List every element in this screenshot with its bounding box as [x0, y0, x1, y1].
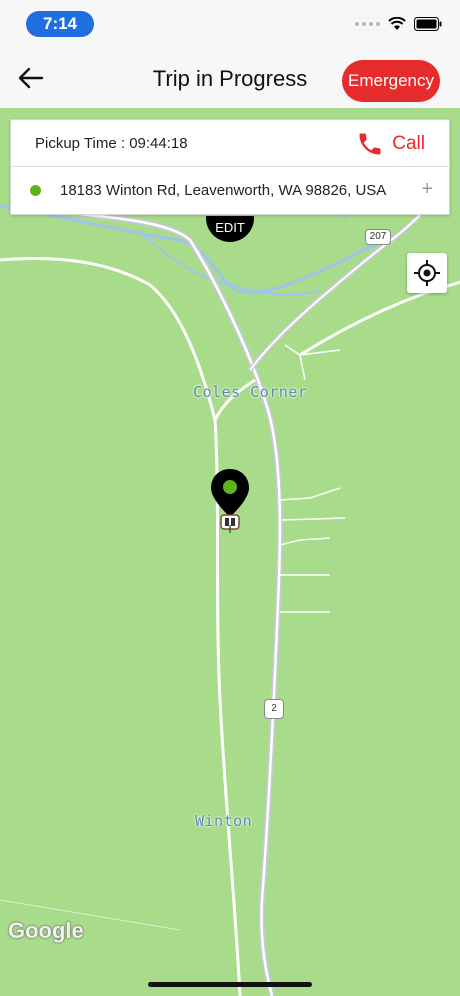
status-bar: 7:14 [0, 0, 460, 46]
place-label-winton: Winton [195, 812, 253, 830]
address-row[interactable]: 18183 Winton Rd, Leavenworth, WA 98826, … [11, 167, 449, 215]
place-label-coles-corner: Coles Corner [193, 383, 308, 401]
pickup-dot-icon [30, 185, 41, 196]
google-attribution: Google [8, 918, 84, 943]
emergency-button[interactable]: Emergency [342, 60, 440, 102]
pickup-address: 18183 Winton Rd, Leavenworth, WA 98826, … [60, 182, 387, 199]
battery-icon [414, 17, 442, 31]
add-stop-button[interactable]: + [421, 178, 433, 201]
route-shield-us2: 2 [264, 699, 284, 719]
status-time: 7:14 [26, 11, 94, 37]
phone-icon [359, 133, 381, 155]
app-header: Trip in Progress Emergency [0, 46, 460, 108]
map-pin-icon[interactable] [210, 467, 250, 533]
trip-info-card: Pickup Time : 09:44:18 Call 18183 Winton… [10, 119, 450, 215]
signal-icon [355, 22, 380, 26]
pickup-time: Pickup Time : 09:44:18 [35, 135, 188, 152]
call-label: Call [392, 133, 425, 154]
home-indicator[interactable] [148, 982, 312, 987]
call-button[interactable]: Call [356, 130, 425, 158]
wifi-icon [388, 17, 406, 30]
crosshair-icon [414, 260, 440, 286]
locate-me-button[interactable] [407, 253, 447, 293]
pickup-row: Pickup Time : 09:44:18 Call [11, 120, 449, 167]
status-icons [355, 14, 442, 34]
route-shield-207: 207 [365, 229, 391, 245]
